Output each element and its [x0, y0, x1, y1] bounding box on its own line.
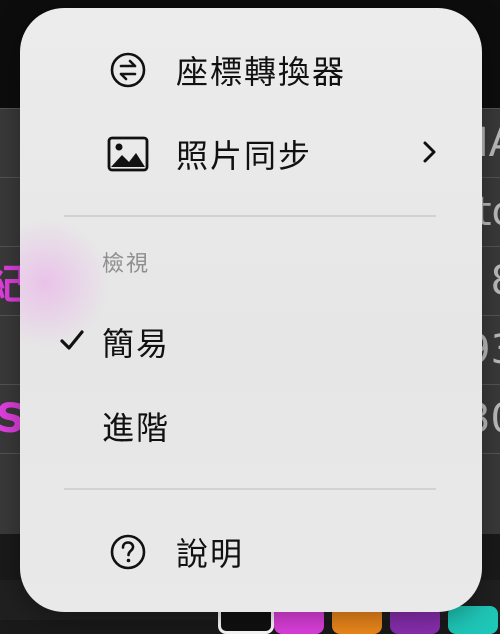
- convert-arrows-icon: [106, 48, 150, 92]
- menu-item-help[interactable]: 說明: [20, 510, 482, 594]
- background-cell-text: 8: [491, 258, 500, 304]
- photo-icon: [106, 132, 150, 176]
- menu-item-photo-sync[interactable]: 照片同步: [20, 112, 482, 196]
- chevron-right-icon: [422, 140, 438, 168]
- view-section-title: 檢視: [102, 252, 151, 277]
- context-menu: 座標轉換器 照片同步 檢視 簡易 進階 說明: [20, 8, 482, 612]
- menu-item-label: 座標轉換器: [176, 53, 347, 91]
- view-option-simple[interactable]: 簡易: [20, 302, 482, 382]
- menu-item-label: 說明: [176, 535, 245, 573]
- checkmark-icon: [60, 329, 84, 355]
- view-option-label: 進階: [102, 409, 171, 447]
- menu-divider: [64, 488, 436, 490]
- view-option-advanced[interactable]: 進階: [20, 386, 482, 466]
- menu-item-coordinate-converter[interactable]: 座標轉換器: [20, 28, 482, 112]
- view-option-label: 簡易: [102, 325, 171, 363]
- menu-divider: [64, 215, 436, 217]
- menu-item-label: 照片同步: [176, 137, 313, 175]
- color-swatch-teal[interactable]: [448, 606, 498, 634]
- question-circle-icon: [106, 530, 150, 574]
